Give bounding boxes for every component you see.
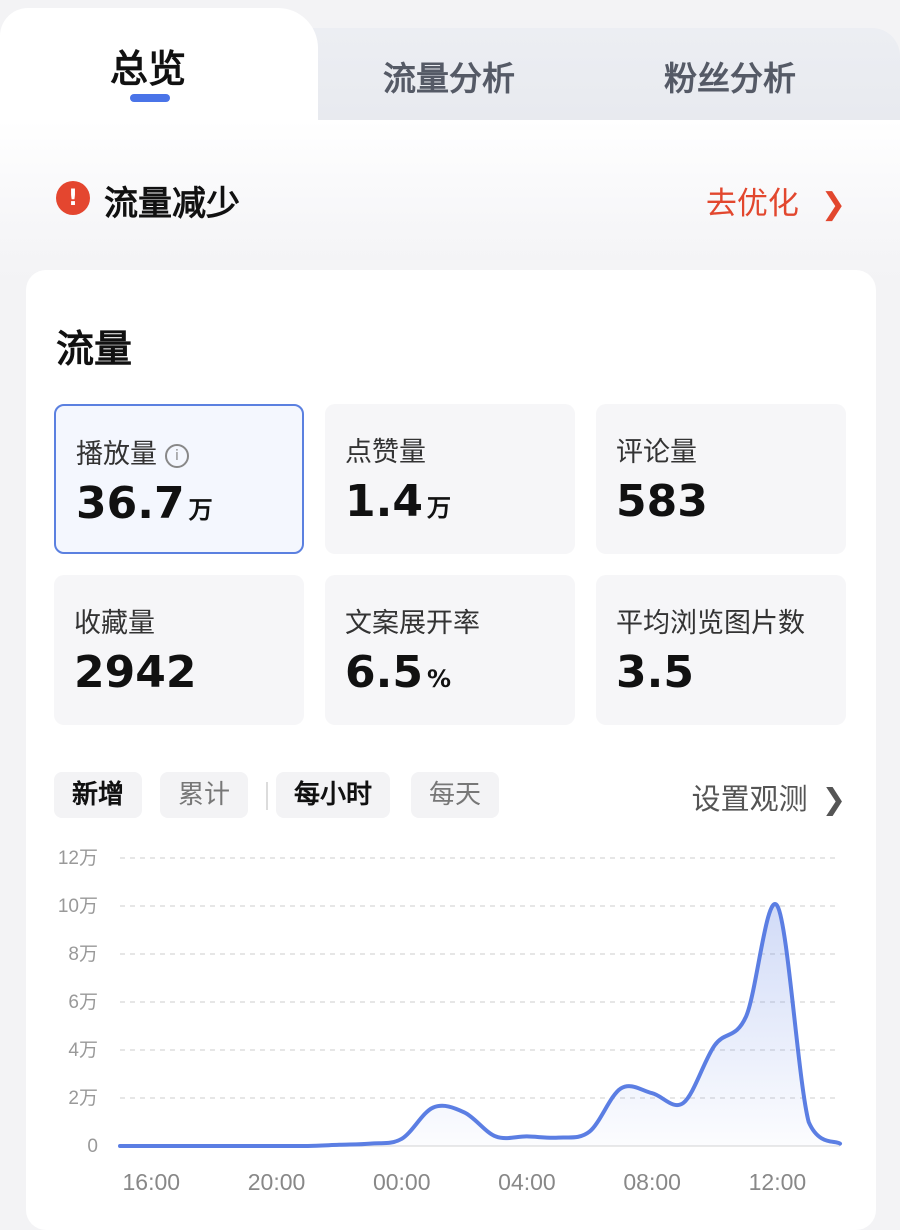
metric-comments[interactable]: 评论量 583 xyxy=(596,404,846,554)
filter-daily-chip[interactable]: 每天 xyxy=(411,772,500,818)
filter-hourly-chip[interactable]: 每小时 xyxy=(276,772,391,818)
x-tick-label: 20:00 xyxy=(248,1169,306,1195)
set-observation-label: 设置观测 xyxy=(691,782,808,816)
metric-text-expand-rate-unit: % xyxy=(426,665,451,693)
section-title: 流量 xyxy=(56,327,133,371)
metric-label: 播放量 i xyxy=(76,432,189,471)
x-tick-label: 04:00 xyxy=(498,1169,556,1195)
active-tab-indicator xyxy=(130,94,170,102)
metric-avg-images-viewed-label: 平均浏览图片数 xyxy=(616,608,805,639)
metric-likes[interactable]: 点赞量 1.4 万 xyxy=(325,404,575,554)
x-tick-label: 16:00 xyxy=(123,1169,181,1195)
x-tick-label: 08:00 xyxy=(623,1169,681,1195)
metric-value: 2942 xyxy=(74,647,196,698)
tab-overview[interactable]: 总览 xyxy=(110,38,186,93)
metric-plays-label: 播放量 xyxy=(76,439,157,470)
metric-favorites-value: 2942 xyxy=(74,647,197,698)
metric-plays[interactable]: 播放量 i 36.7 万 xyxy=(54,404,304,554)
exclamation-icon: ! xyxy=(56,181,90,215)
metric-value: 36.7 万 xyxy=(76,478,213,529)
metric-likes-unit: 万 xyxy=(426,494,451,522)
filter-cumulative-chip[interactable]: 累计 xyxy=(160,772,249,818)
chevron-right-icon: ❯ xyxy=(821,782,846,816)
tab-fans-analysis[interactable]: 粉丝分析 xyxy=(664,52,796,100)
metric-plays-unit: 万 xyxy=(188,496,213,524)
traffic-line-chart: 0 2万 4万 6万 8万 10万 12万 16:00 20:00 00:00 04:00 08:00… xyxy=(58,848,842,1195)
optimize-link-label: 去优化 xyxy=(705,186,799,222)
metric-value: 6.5% xyxy=(345,647,451,698)
optimize-link[interactable]: 去优化 ❯ xyxy=(706,178,846,223)
y-tick-label: 10万 xyxy=(58,896,98,917)
y-tick-label: 4万 xyxy=(68,1040,98,1061)
set-observation-link[interactable]: 设置观测 ❯ xyxy=(692,776,846,818)
metric-value: 583 xyxy=(616,476,708,527)
metric-plays-value: 36.7 xyxy=(76,478,185,529)
metric-favorites-label: 收藏量 xyxy=(74,608,155,639)
filter-new-chip[interactable]: 新增 xyxy=(54,772,143,818)
metric-likes-label: 点赞量 xyxy=(345,437,426,468)
metric-text-expand-rate-value: 6.5 xyxy=(345,647,423,698)
alert-text: 流量减少 xyxy=(104,184,240,224)
y-tick-label: 12万 xyxy=(58,848,98,869)
x-tick-label: 12:00 xyxy=(749,1169,807,1195)
metric-comments-value: 583 xyxy=(616,476,708,527)
x-tick-label: 00:00 xyxy=(373,1169,431,1195)
y-tick-label: 6万 xyxy=(68,992,98,1013)
tab-traffic-analysis[interactable]: 流量分析 xyxy=(383,52,515,100)
metric-likes-value: 1.4 xyxy=(345,476,423,527)
metric-text-expand-rate-label: 文案展开率 xyxy=(345,608,480,639)
series-area xyxy=(120,904,840,1146)
y-tick-label: 8万 xyxy=(68,944,98,965)
metric-text-expand-rate[interactable]: 文案展开率 6.5% xyxy=(325,575,575,725)
y-tick-label: 2万 xyxy=(68,1088,98,1109)
tab-bar: 总览 流量分析 粉丝分析 xyxy=(0,0,900,138)
metric-comments-label: 评论量 xyxy=(616,437,697,468)
metric-avg-images-viewed-value: 3.5 xyxy=(616,647,694,698)
traffic-card: 流量 播放量 i 36.7 万 点赞量 1.4 万 评论量 583 收藏量 2942 … xyxy=(26,270,876,1230)
traffic-alert-banner: ! 流量减少 去优化 ❯ xyxy=(56,178,846,224)
chevron-right-icon: ❯ xyxy=(820,187,846,222)
metric-favorites[interactable]: 收藏量 2942 xyxy=(54,575,304,725)
filter-divider xyxy=(266,782,268,810)
metric-value: 1.4 万 xyxy=(345,476,451,527)
info-icon[interactable]: i xyxy=(165,444,189,468)
metric-value: 3.5 xyxy=(616,647,694,698)
metric-avg-images-viewed[interactable]: 平均浏览图片数 3.5 xyxy=(596,575,846,725)
y-tick-label: 0 xyxy=(87,1136,98,1157)
